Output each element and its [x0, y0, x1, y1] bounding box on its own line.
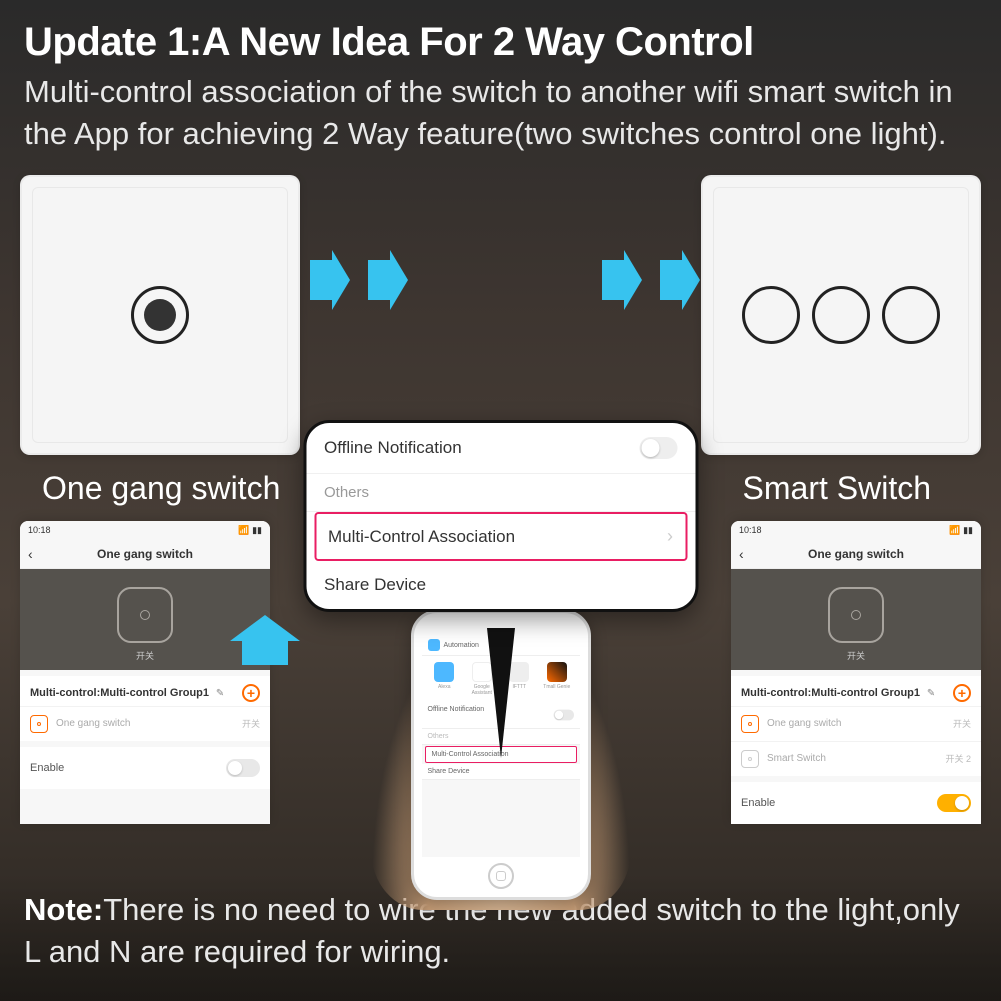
device-icon — [828, 587, 884, 643]
switch-touch-button — [882, 286, 940, 344]
device-icon — [117, 587, 173, 643]
group-header: Multi-control:Multi-control Group1 ✎ + — [731, 676, 981, 706]
list-item[interactable]: One gang switch 开关 — [20, 706, 270, 741]
list-item-sub: 开关 — [242, 717, 260, 730]
title-rest: A New Idea For 2 Way Control — [202, 20, 754, 64]
one-gang-switch-panel — [20, 175, 300, 455]
arrow-right-icon — [310, 250, 350, 310]
status-bar: 10:18 📶 ▮▮ — [20, 521, 270, 540]
toggle-switch[interactable] — [553, 710, 573, 721]
arrow-up-icon — [230, 615, 300, 670]
signal-icon: 📶 ▮▮ — [949, 525, 973, 536]
phone-header: ‹ One gang switch — [20, 540, 270, 569]
row-label: Others — [324, 484, 369, 501]
phone-screenshot-right: 10:18 📶 ▮▮ ‹ One gang switch 开关 Multi-co… — [731, 521, 981, 824]
toggle-switch[interactable] — [639, 437, 677, 459]
device-dot-icon — [851, 610, 861, 620]
subtitle: Multi-control association of the switch … — [24, 71, 977, 155]
group-title: Multi-control:Multi-control Group1 — [30, 687, 209, 699]
group-title: Multi-control:Multi-control Group1 — [741, 687, 920, 699]
list-item-label: One gang switch — [56, 718, 131, 729]
back-icon[interactable]: ‹ — [28, 546, 44, 562]
settings-popover: Offline Notification Others Multi-Contro… — [303, 420, 698, 612]
list-item-label: Smart Switch — [767, 753, 826, 764]
arrow-right-icon — [602, 250, 642, 310]
phone-title: One gang switch — [755, 547, 957, 561]
share-device-row[interactable]: Share Device — [306, 561, 695, 609]
switch-touch-button — [131, 286, 189, 344]
device-label: 开关 — [136, 649, 154, 662]
phone-title: One gang switch — [44, 547, 246, 561]
tmall-icon[interactable] — [547, 662, 567, 682]
list-item-label: One gang switch — [767, 718, 842, 729]
row-label: Offline Notification — [428, 706, 485, 724]
row-label: Automation — [444, 642, 479, 649]
icon-label: Alexa — [438, 684, 451, 690]
signal-icon: 📶 ▮▮ — [238, 525, 262, 536]
note-prefix: Note: — [24, 892, 103, 927]
offline-notification-row[interactable]: Offline Notification — [306, 423, 695, 474]
status-bar: 10:18 📶 ▮▮ — [731, 521, 981, 540]
title-prefix: Update 1: — [24, 20, 202, 64]
arrow-right-group-right — [602, 250, 700, 310]
time-label: 10:18 — [739, 525, 762, 536]
chevron-right-icon: › — [667, 526, 673, 547]
arrow-right-group-left — [310, 250, 408, 310]
row-label: Offline Notification — [324, 438, 462, 458]
device-label: 开关 — [847, 649, 865, 662]
device-dot-icon — [140, 610, 150, 620]
phone-header: ‹ One gang switch — [731, 540, 981, 569]
list-item-sub: 开关 — [953, 717, 971, 730]
smart-switch-panel — [701, 175, 981, 455]
header: Update 1:A New Idea For 2 Way Control Mu… — [0, 0, 1001, 165]
arrow-right-icon — [368, 250, 408, 310]
multi-control-association-row[interactable]: Multi-Control Association › — [314, 512, 687, 561]
back-icon[interactable]: ‹ — [739, 546, 755, 562]
left-switch-label: One gang switch — [42, 470, 280, 507]
device-tile[interactable]: 开关 — [731, 569, 981, 670]
others-header: Others — [306, 474, 695, 512]
enable-row: Enable — [731, 782, 981, 824]
edit-icon[interactable]: ✎ — [216, 688, 224, 699]
page-title: Update 1:A New Idea For 2 Way Control — [24, 20, 977, 65]
add-button[interactable]: + — [953, 684, 971, 702]
enable-row: Enable — [20, 747, 270, 789]
home-button[interactable] — [488, 863, 514, 889]
share-device-row[interactable]: Share Device — [422, 764, 580, 780]
list-item-icon — [741, 715, 759, 733]
group-header: Multi-control:Multi-control Group1 ✎ + — [20, 676, 270, 706]
list-item-icon — [30, 715, 48, 733]
list-item-sub: 开关 2 — [945, 752, 971, 765]
arrow-right-icon — [660, 250, 700, 310]
time-label: 10:18 — [28, 525, 51, 536]
switch-touch-button — [742, 286, 800, 344]
edit-icon[interactable]: ✎ — [927, 688, 935, 699]
alexa-icon[interactable] — [434, 662, 454, 682]
popover-tail-icon — [487, 628, 515, 758]
row-label: Share Device — [324, 575, 426, 595]
icon-label: Tmall Genie — [543, 684, 570, 690]
phone-screenshot-left: 10:18 📶 ▮▮ ‹ One gang switch 开关 Multi-co… — [20, 521, 270, 824]
right-switch-label: Smart Switch — [743, 470, 931, 507]
add-button[interactable]: + — [242, 684, 260, 702]
row-label: Multi-Control Association — [328, 527, 515, 547]
toggle-switch[interactable] — [226, 759, 260, 777]
list-item-icon — [741, 750, 759, 768]
list-item[interactable]: One gang switch 开关 — [731, 706, 981, 741]
list-item[interactable]: Smart Switch 开关 2 — [731, 741, 981, 776]
toggle-switch[interactable] — [937, 794, 971, 812]
switch-touch-button — [812, 286, 870, 344]
enable-label: Enable — [30, 762, 64, 774]
enable-label: Enable — [741, 797, 775, 809]
